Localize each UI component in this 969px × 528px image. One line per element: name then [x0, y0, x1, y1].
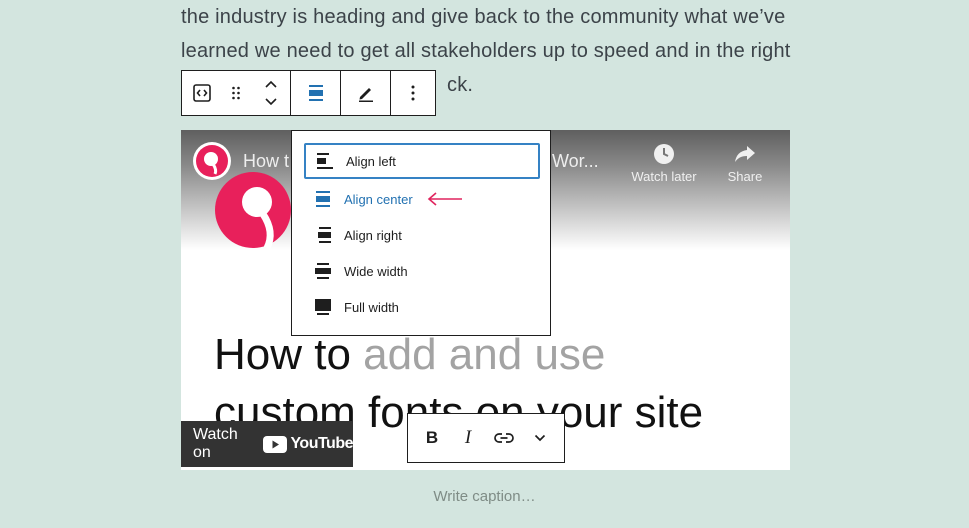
move-up-down-button[interactable] — [255, 71, 286, 115]
link-icon — [494, 433, 514, 443]
align-dropdown-menu: Align left Align center Align right Wide… — [291, 130, 551, 336]
watch-on-youtube-button[interactable]: Watch on YouTube — [181, 421, 353, 467]
headline-muted: add and use — [363, 330, 606, 379]
video-title-left[interactable]: How t — [243, 151, 289, 172]
share-label: Share — [727, 169, 763, 184]
clock-icon — [654, 144, 674, 164]
drag-handle-icon — [232, 86, 240, 100]
watch-on-label: Watch on — [193, 426, 238, 461]
align-right-icon — [318, 227, 331, 243]
menu-item-label: Full width — [344, 299, 399, 315]
menu-item-align-right[interactable]: Align right — [304, 217, 540, 253]
video-headline-line-1: How to add and use — [214, 330, 605, 380]
format-toolbar: B I — [407, 413, 565, 463]
pointer-arrow-icon — [427, 192, 462, 206]
youtube-wordmark: YouTube — [290, 435, 353, 452]
brand-logo-icon — [215, 172, 291, 250]
more-formats-button[interactable] — [523, 418, 557, 458]
wide-width-icon — [315, 263, 331, 279]
more-options-button[interactable] — [398, 71, 429, 115]
share-button[interactable]: Share — [723, 142, 767, 184]
link-button[interactable] — [487, 418, 521, 458]
block-toolbar-group-more — [391, 71, 435, 115]
full-width-icon — [315, 299, 331, 315]
align-left-icon — [317, 153, 333, 169]
paragraph-line-3: ck. — [447, 74, 474, 96]
share-icon — [735, 146, 755, 162]
align-button[interactable] — [300, 71, 331, 115]
caption-input[interactable]: Write caption… — [0, 488, 969, 505]
more-options-icon — [411, 85, 415, 101]
youtube-logo: YouTube — [263, 435, 353, 453]
block-toolbar-group-edit — [341, 71, 391, 115]
headline-dark: How to — [214, 330, 364, 379]
block-toolbar-group-align — [291, 71, 341, 115]
chevron-down-icon — [534, 434, 546, 442]
watch-later-button[interactable]: Watch later — [629, 142, 699, 184]
menu-item-label: Align center — [344, 191, 413, 207]
move-up-down-icon — [264, 80, 277, 106]
big-brand-logo — [213, 170, 293, 250]
italic-button[interactable]: I — [451, 418, 485, 458]
block-toolbar-group-move — [182, 71, 291, 115]
menu-item-label: Align left — [346, 153, 396, 169]
menu-item-full-width[interactable]: Full width — [304, 289, 540, 325]
embed-block-button[interactable] — [186, 71, 217, 115]
edit-pencil-icon — [358, 88, 373, 102]
block-toolbar — [181, 70, 436, 116]
edit-url-button[interactable] — [350, 71, 381, 115]
youtube-play-icon — [263, 435, 288, 453]
watch-later-label: Watch later — [631, 169, 697, 184]
paragraph-line-2: learned we need to get all stakeholders … — [181, 40, 791, 62]
menu-item-align-left[interactable]: Align left — [304, 143, 540, 179]
align-center-icon — [316, 191, 330, 207]
drag-handle-button[interactable] — [225, 71, 247, 115]
menu-item-align-center[interactable]: Align center — [304, 181, 540, 217]
menu-item-label: Align right — [344, 227, 402, 243]
menu-item-wide-width[interactable]: Wide width — [304, 253, 540, 289]
paragraph-line-1: the industry is heading and give back to… — [181, 6, 786, 28]
align-center-icon — [308, 85, 323, 101]
embed-block-icon — [192, 84, 211, 102]
menu-item-label: Wide width — [344, 263, 408, 279]
bold-button[interactable]: B — [415, 418, 449, 458]
